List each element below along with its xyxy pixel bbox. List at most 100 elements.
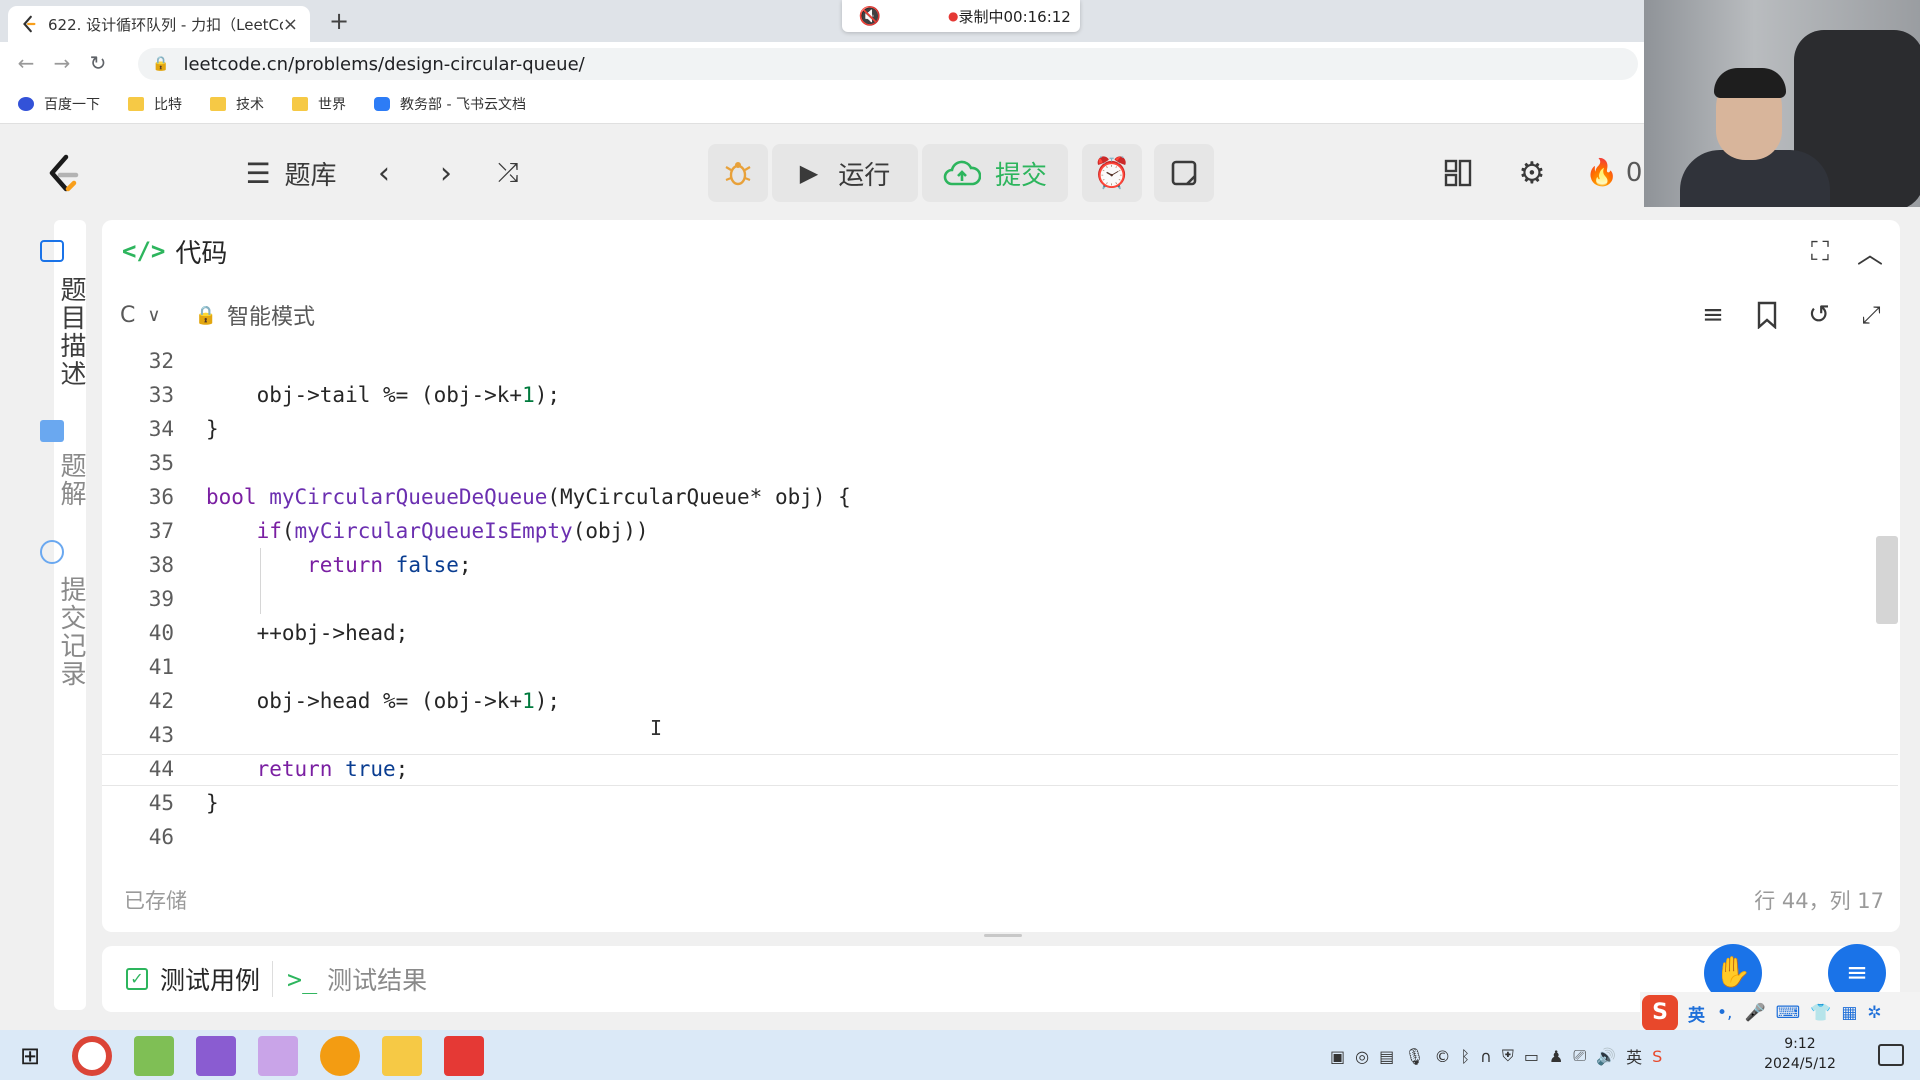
chrome-icon[interactable] bbox=[72, 1036, 112, 1076]
toolbox-icon[interactable]: ▦ bbox=[1841, 1003, 1857, 1023]
code-line[interactable]: 35 bbox=[102, 446, 1878, 480]
code-editor[interactable]: 32 33 obj->tail %= (obj->k+1); 34} 35 36 bool… bbox=[102, 346, 1878, 846]
ime-language-toggle[interactable]: 英 bbox=[1688, 1001, 1705, 1026]
search-app-icon[interactable] bbox=[320, 1036, 360, 1076]
cursor-position: 行 44，列 17 bbox=[1754, 889, 1884, 913]
smart-mode-label[interactable]: 智能模式 bbox=[227, 299, 315, 331]
security-icon[interactable]: ⛨ bbox=[1502, 1046, 1514, 1066]
tab-test-result[interactable]: >_ 测试结果 bbox=[272, 961, 427, 997]
expand-icon[interactable]: ⤢ bbox=[1854, 298, 1888, 332]
recording-indicator[interactable]: 🔇 ● 录制中00:16:12 bbox=[842, 0, 1080, 32]
bookmark-folder-world[interactable]: 世界 bbox=[292, 94, 346, 114]
line-number: 38 bbox=[148, 553, 174, 577]
code-line[interactable]: 34} bbox=[102, 412, 1878, 446]
new-tab-button[interactable]: + bbox=[322, 6, 356, 36]
list-icon: ☰ bbox=[245, 156, 271, 190]
reset-undo-icon[interactable]: ↺ bbox=[1802, 298, 1836, 332]
line-number: 42 bbox=[148, 689, 174, 713]
bookmark-folder-bite[interactable]: 比特 bbox=[128, 94, 182, 114]
settings-icon[interactable]: ✲ bbox=[1867, 1003, 1881, 1023]
tray-icon[interactable]: ▣ bbox=[1330, 1047, 1345, 1066]
punctuation-icon[interactable]: •, bbox=[1717, 1003, 1732, 1023]
leetcode-logo[interactable] bbox=[40, 150, 84, 196]
back-arrow-icon[interactable]: ← bbox=[8, 51, 44, 75]
bookmark-baidu[interactable]: 百度一下 bbox=[18, 94, 100, 114]
bookmark-folder-tech[interactable]: 技术 bbox=[210, 94, 264, 114]
fullscreen-icon[interactable]: ⛶ bbox=[1802, 234, 1838, 270]
editor-scrollbar[interactable] bbox=[1876, 536, 1898, 624]
code-line[interactable]: 38 return false; bbox=[102, 548, 1878, 582]
code-text: return false; bbox=[307, 553, 472, 577]
tray-icon[interactable]: ◎ bbox=[1355, 1047, 1369, 1066]
tab-test-cases[interactable]: ✓ 测试用例 bbox=[126, 961, 260, 997]
problem-bank-button[interactable]: ☰ 题库 bbox=[236, 150, 346, 196]
checkbox-icon: ✓ bbox=[126, 968, 148, 990]
app-green-icon[interactable] bbox=[134, 1036, 174, 1076]
app-pencil-icon[interactable] bbox=[258, 1036, 298, 1076]
code-line[interactable]: 43 bbox=[102, 718, 1878, 752]
notification-icon[interactable] bbox=[1878, 1044, 1904, 1066]
code-line[interactable]: 41 bbox=[102, 650, 1878, 684]
prev-problem-icon[interactable]: ‹ bbox=[366, 150, 402, 196]
code-line[interactable]: 44 return true; bbox=[102, 752, 1878, 786]
sogou-tray-icon[interactable]: S bbox=[1652, 1047, 1662, 1066]
debug-bug-icon[interactable] bbox=[708, 144, 768, 202]
code-line[interactable]: 32 bbox=[102, 346, 1878, 378]
network-icon[interactable]: ⎚ bbox=[1573, 1046, 1586, 1066]
bookmark-icon[interactable] bbox=[1750, 298, 1784, 332]
code-line[interactable]: 37 if(myCircularQueueIsEmpty(obj)) bbox=[102, 514, 1878, 548]
code-line[interactable]: 39 bbox=[102, 582, 1878, 616]
terminal-icon: >_ bbox=[287, 964, 318, 994]
file-explorer-icon[interactable] bbox=[382, 1036, 422, 1076]
tab-close-icon[interactable]: × bbox=[283, 14, 298, 35]
tray-icon[interactable]: ∩ bbox=[1480, 1047, 1492, 1066]
windows-start-icon[interactable]: ⊞ bbox=[14, 1040, 46, 1072]
shuffle-icon[interactable]: ⤮ bbox=[486, 150, 530, 196]
code-line[interactable]: 45} bbox=[102, 786, 1878, 820]
url-field[interactable]: 🔒 leetcode.cn/problems/design-circular-q… bbox=[138, 48, 1638, 80]
run-button[interactable]: ▶ 运行 bbox=[772, 144, 918, 202]
bookmark-feishu[interactable]: 教务部 - 飞书云文档 bbox=[374, 94, 526, 114]
settings-gear-icon[interactable]: ⚙ bbox=[1512, 150, 1552, 196]
note-icon[interactable] bbox=[1154, 144, 1214, 202]
volume-icon[interactable]: 🔊 bbox=[1596, 1047, 1616, 1066]
tab-submissions[interactable]: 提交记录 bbox=[50, 576, 90, 688]
next-problem-icon[interactable]: › bbox=[428, 150, 464, 196]
collapse-chevron-up-icon[interactable]: ︿ bbox=[1852, 234, 1888, 270]
keyboard-icon[interactable]: ⌨ bbox=[1776, 1003, 1801, 1023]
streak-counter[interactable]: 🔥 0 bbox=[1584, 150, 1644, 196]
speaker-mute-icon[interactable]: 🔇 bbox=[842, 6, 898, 27]
language-select[interactable]: C ∨ bbox=[120, 303, 161, 328]
resize-handle[interactable] bbox=[984, 934, 1022, 937]
forward-arrow-icon[interactable]: → bbox=[44, 51, 80, 75]
bookmarks-bar: 百度一下 比特 技术 世界 教务部 - 飞书云文档 bbox=[0, 84, 1920, 124]
reload-icon[interactable]: ↻ bbox=[80, 51, 116, 75]
battery-icon[interactable]: ▭ bbox=[1524, 1047, 1539, 1066]
tray-icon[interactable]: ♟ bbox=[1549, 1047, 1563, 1066]
format-lines-icon[interactable]: ≡ bbox=[1696, 298, 1730, 332]
submit-button[interactable]: 提交 bbox=[922, 144, 1068, 202]
tray-icon[interactable]: © bbox=[1435, 1047, 1451, 1066]
alarm-clock-icon[interactable]: ⏰ bbox=[1082, 144, 1142, 202]
ime-tray-icon[interactable]: 英 bbox=[1626, 1044, 1642, 1068]
mic-tray-icon[interactable]: 🎙 bbox=[1404, 1047, 1424, 1066]
code-line[interactable]: 36 bool myCircularQueueDeQueue(MyCircular… bbox=[102, 480, 1878, 514]
code-line[interactable]: 46 bbox=[102, 820, 1878, 846]
code-line[interactable]: 42 obj->head %= (obj->k+1); bbox=[102, 684, 1878, 718]
microphone-icon[interactable]: 🎤 bbox=[1744, 1003, 1765, 1023]
visual-studio-icon[interactable] bbox=[196, 1036, 236, 1076]
skin-icon[interactable]: 👕 bbox=[1810, 1003, 1831, 1023]
taskbar-clock[interactable]: 9:12 2024/5/12 bbox=[1760, 1034, 1840, 1074]
nvidia-icon[interactable]: ▤ bbox=[1379, 1047, 1394, 1066]
sogou-logo-icon[interactable]: S bbox=[1642, 995, 1678, 1031]
tab-title: 622. 设计循环队列 - 力扣（LeetCode） bbox=[48, 15, 283, 34]
code-line[interactable]: 33 obj->tail %= (obj->k+1); bbox=[102, 378, 1878, 412]
code-line[interactable]: 40 ++obj->head; bbox=[102, 616, 1878, 650]
tab-description[interactable]: 题目描述 bbox=[50, 276, 90, 388]
layout-grid-icon[interactable] bbox=[1438, 150, 1478, 196]
tab-solutions[interactable]: 题解 bbox=[50, 452, 90, 508]
line-number: 35 bbox=[148, 451, 174, 475]
pdf-reader-icon[interactable] bbox=[444, 1036, 484, 1076]
browser-tab[interactable]: 622. 设计循环队列 - 力扣（LeetCode） × bbox=[8, 6, 310, 42]
bluetooth-icon[interactable]: ᛒ bbox=[1461, 1047, 1471, 1066]
